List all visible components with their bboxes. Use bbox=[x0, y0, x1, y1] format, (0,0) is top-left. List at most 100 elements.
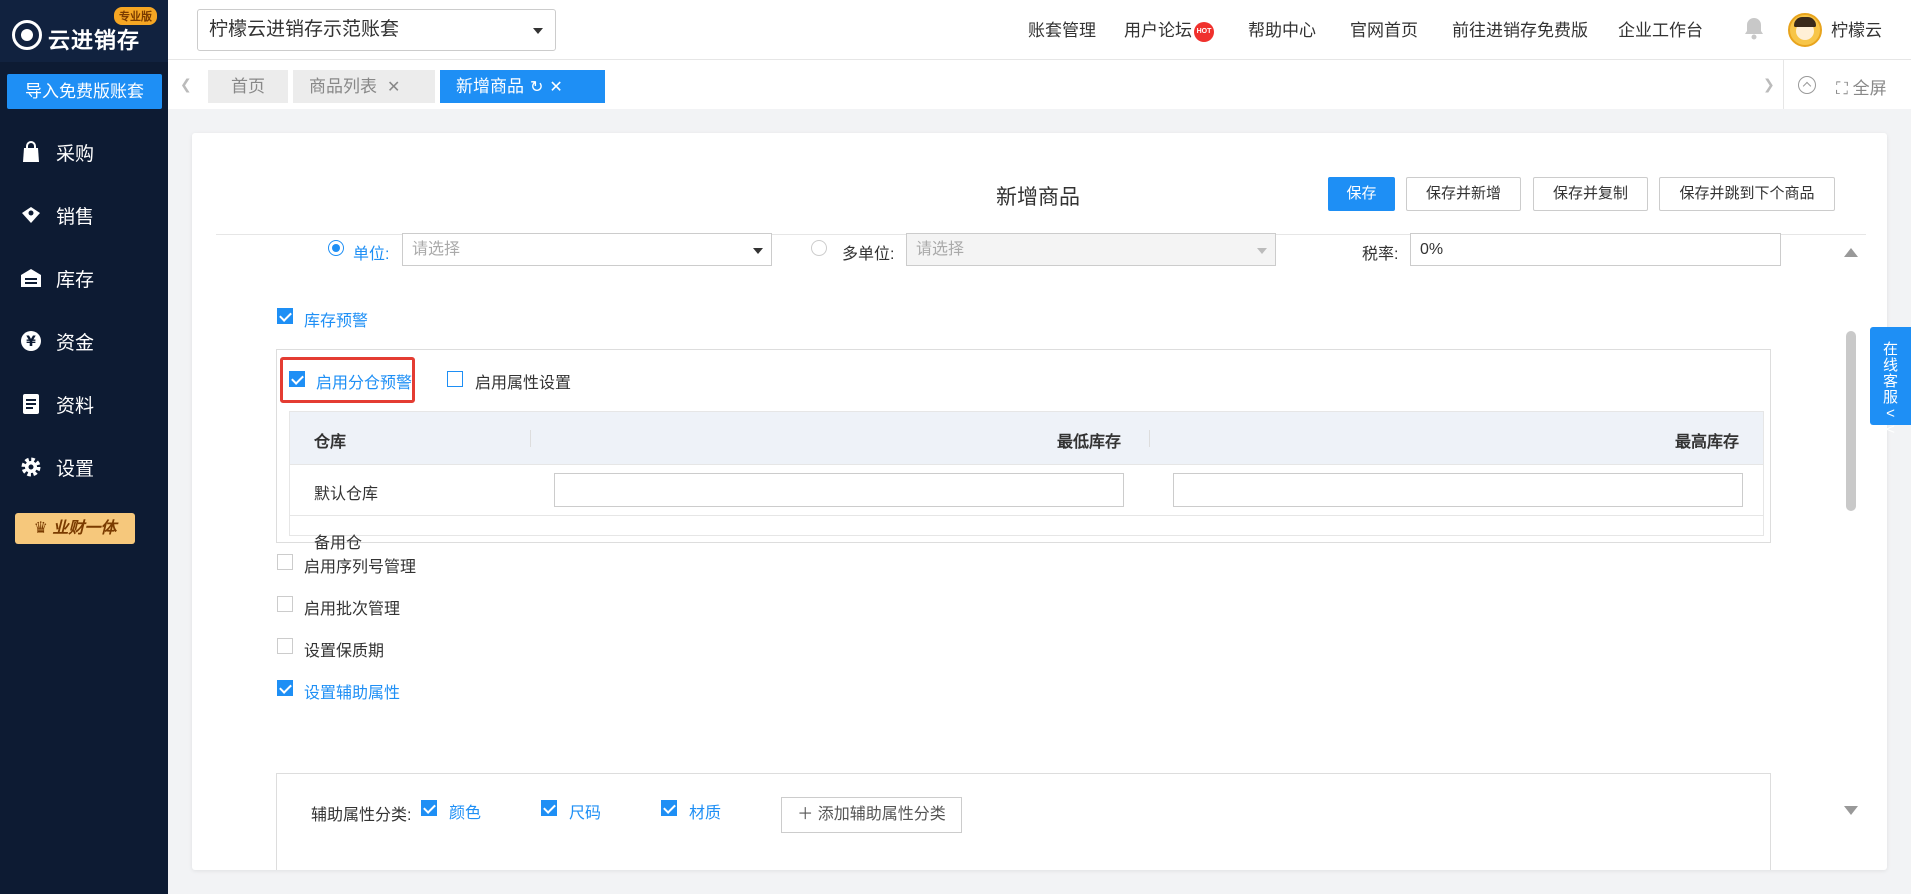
stock-warning-label: 库存预警 bbox=[304, 313, 369, 330]
sidebar-item-label: 资金 bbox=[56, 332, 95, 354]
link-user-forum[interactable]: 用户论坛 HOT bbox=[1124, 16, 1214, 42]
online-service-label: 在线客服<< bbox=[1882, 341, 1898, 438]
aux-option-label: 颜色 bbox=[449, 805, 482, 822]
warehouse-name: 备用仓 bbox=[314, 535, 363, 552]
aux-option-checkbox[interactable] bbox=[661, 800, 677, 816]
tabs-divider bbox=[1783, 60, 1784, 109]
min-stock-input[interactable] bbox=[554, 473, 1124, 507]
plus-icon: ＋ bbox=[797, 806, 814, 823]
attr-setting-label: 启用属性设置 bbox=[475, 375, 572, 392]
multi-unit-radio[interactable] bbox=[811, 240, 827, 256]
shelf-life-label: 设置保质期 bbox=[304, 643, 385, 660]
sidebar-item-funds[interactable]: ¥ 资金 bbox=[0, 313, 168, 369]
close-icon[interactable]: ✕ bbox=[387, 79, 400, 96]
sidebar-item-label: 库存 bbox=[56, 269, 95, 291]
avatar[interactable] bbox=[1788, 13, 1822, 47]
close-icon[interactable]: ✕ bbox=[549, 79, 562, 96]
scroll-down-arrow[interactable] bbox=[1844, 806, 1858, 815]
add-aux-category-button[interactable]: ＋ 添加辅助属性分类 bbox=[781, 797, 962, 833]
bell-icon[interactable] bbox=[1743, 16, 1765, 40]
tab-label: 新增商品 bbox=[456, 77, 524, 96]
attr-setting-checkbox[interactable] bbox=[447, 371, 463, 387]
product-form-card: 新增商品 保存 保存并新增 保存并复制 保存并跳到下个商品 单位: 请选择 多单… bbox=[192, 133, 1887, 870]
batch-mgmt-label: 启用批次管理 bbox=[304, 601, 401, 618]
aux-option-label: 材质 bbox=[689, 805, 722, 822]
refresh-icon[interactable]: ↻ bbox=[530, 79, 543, 96]
aux-option-checkbox[interactable] bbox=[421, 800, 437, 816]
save-button[interactable]: 保存 bbox=[1328, 177, 1395, 211]
collapse-icon[interactable] bbox=[1798, 76, 1816, 94]
save-and-new-button[interactable]: 保存并新增 bbox=[1406, 177, 1521, 211]
svg-text:¥: ¥ bbox=[26, 334, 36, 350]
sidebar-item-sales[interactable]: 销售 bbox=[0, 187, 168, 243]
import-free-account-button[interactable]: 导入免费版账套 bbox=[7, 74, 162, 109]
stock-warning-checkbox[interactable] bbox=[277, 308, 293, 324]
chevron-left-icon[interactable]: ❮ bbox=[180, 76, 192, 93]
crown-icon: ♛ bbox=[33, 520, 48, 537]
multi-unit-select[interactable]: 请选择 bbox=[906, 233, 1276, 266]
header-warehouse: 仓库 bbox=[314, 434, 347, 451]
header-separator bbox=[530, 430, 531, 447]
unit-label: 单位: bbox=[353, 246, 390, 263]
finance-integration-button[interactable]: ♛ 业财一体 bbox=[15, 513, 135, 544]
tab-label: 商品列表 bbox=[309, 77, 377, 96]
multi-unit-select-placeholder: 请选择 bbox=[916, 241, 965, 258]
scroll-up-arrow[interactable] bbox=[1844, 248, 1858, 257]
tax-rate-input[interactable]: 0% bbox=[1410, 233, 1781, 266]
multi-unit-label: 多单位: bbox=[842, 246, 895, 263]
link-help-center[interactable]: 帮助中心 bbox=[1248, 16, 1316, 41]
save-and-next-button[interactable]: 保存并跳到下个商品 bbox=[1659, 177, 1835, 211]
unit-radio[interactable] bbox=[328, 240, 344, 256]
document-icon bbox=[20, 393, 42, 415]
unit-select[interactable]: 请选择 bbox=[402, 233, 772, 266]
account-select[interactable]: 柠檬云进销存示范账套 bbox=[197, 9, 556, 51]
aux-option-label: 尺码 bbox=[569, 805, 602, 822]
scrollbar-thumb[interactable] bbox=[1846, 331, 1856, 511]
bag-icon bbox=[20, 141, 42, 163]
link-account-management[interactable]: 账套管理 bbox=[1028, 16, 1096, 41]
aux-category-label: 辅助属性分类: bbox=[311, 807, 412, 824]
batch-mgmt-checkbox[interactable] bbox=[277, 596, 293, 612]
fullscreen-button[interactable]: ⛶ 全屏 bbox=[1836, 74, 1887, 99]
sidebar-item-inventory[interactable]: 库存 bbox=[0, 250, 168, 306]
save-and-copy-button[interactable]: 保存并复制 bbox=[1533, 177, 1648, 211]
sidebar-item-data[interactable]: 资料 bbox=[0, 376, 168, 432]
logo-icon bbox=[12, 20, 42, 50]
sidebar-item-purchase[interactable]: 采购 bbox=[0, 124, 168, 180]
aux-attr-checkbox[interactable] bbox=[277, 680, 293, 696]
online-service-button[interactable]: 在线客服<< bbox=[1870, 327, 1911, 438]
aux-option-checkbox[interactable] bbox=[541, 800, 557, 816]
sidebar-item-label: 销售 bbox=[56, 206, 95, 228]
caret-down-icon bbox=[533, 28, 543, 34]
chevron-right-icon[interactable]: ❯ bbox=[1763, 76, 1775, 93]
serial-mgmt-checkbox[interactable] bbox=[277, 554, 293, 570]
header-min-stock: 最低库存 bbox=[1057, 434, 1122, 451]
link-enterprise-workbench[interactable]: 企业工作台 bbox=[1618, 16, 1703, 41]
link-free-edition[interactable]: 前往进销存免费版 bbox=[1452, 16, 1588, 41]
highlight-box bbox=[280, 357, 415, 403]
finance-integration-label: 业财一体 bbox=[52, 520, 117, 537]
user-name[interactable]: 柠檬云 bbox=[1831, 16, 1882, 41]
caret-down-icon bbox=[753, 248, 763, 254]
add-aux-category-label: 添加辅助属性分类 bbox=[817, 806, 946, 823]
table-row: 备用仓 bbox=[290, 515, 1763, 552]
tab-product-list[interactable]: 商品列表 ✕ bbox=[293, 70, 435, 103]
sidebar-item-settings[interactable]: 设置 bbox=[0, 439, 168, 495]
logo[interactable]: 云进销存 专业版 bbox=[0, 0, 168, 62]
tab-home[interactable]: 首页 bbox=[208, 70, 288, 103]
fullscreen-label: 全屏 bbox=[1852, 79, 1887, 98]
shelf-life-checkbox[interactable] bbox=[277, 638, 293, 654]
table-header: 仓库 最低库存 最高库存 bbox=[290, 412, 1763, 464]
aux-attr-label: 设置辅助属性 bbox=[304, 685, 401, 702]
max-stock-input[interactable] bbox=[1173, 473, 1743, 507]
fullscreen-icon: ⛶ bbox=[1836, 79, 1848, 98]
caret-down-icon bbox=[1257, 248, 1267, 254]
tab-add-product[interactable]: 新增商品 ↻ ✕ bbox=[440, 70, 605, 103]
warehouse-name: 默认仓库 bbox=[314, 486, 379, 503]
account-select-value: 柠檬云进销存示范账套 bbox=[209, 19, 400, 40]
warehouse-icon bbox=[20, 267, 42, 289]
table-row: 默认仓库 bbox=[290, 464, 1763, 515]
header-separator bbox=[1149, 430, 1150, 447]
sidebar: 云进销存 专业版 导入免费版账套 采购 销售 库存 ¥ 资金 资料 设置 ♛ 业… bbox=[0, 0, 168, 894]
link-official-site[interactable]: 官网首页 bbox=[1350, 16, 1418, 41]
